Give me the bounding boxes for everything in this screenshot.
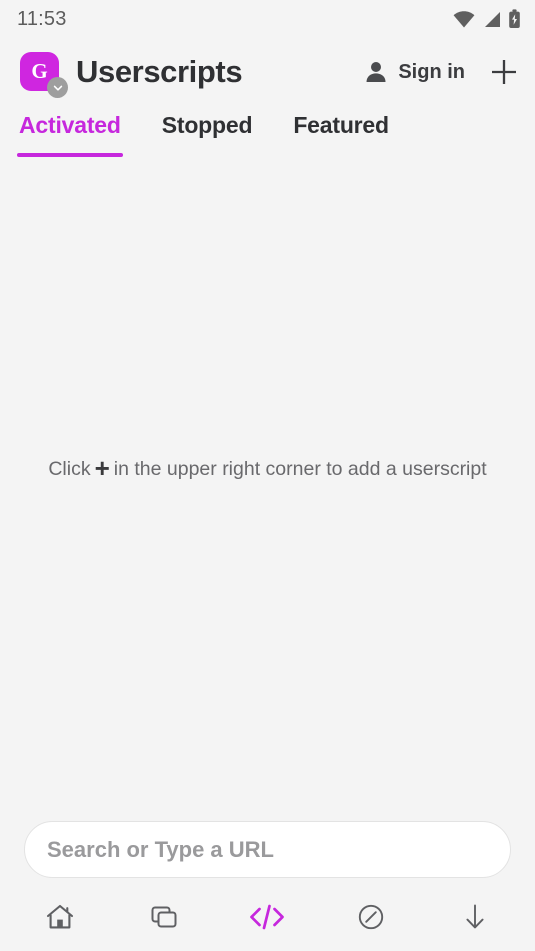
page-title: Userscripts [76, 54, 243, 89]
logo-letter: G [31, 59, 48, 83]
brand: G Userscripts [20, 52, 243, 98]
nav-downloads-button[interactable] [444, 889, 506, 945]
tab-activated-label: Activated [19, 112, 121, 138]
url-bar-container [0, 821, 535, 878]
userscript-list: Click + in the upper right corner to add a… [0, 170, 535, 826]
add-userscript-button[interactable] [487, 55, 521, 89]
app-logo[interactable]: G [20, 52, 68, 98]
empty-state-message: Click + in the upper right corner to add a… [48, 453, 487, 483]
plus-icon [488, 56, 520, 88]
status-time: 11:53 [17, 7, 67, 30]
app-bar: G Userscripts Sign in [0, 38, 535, 106]
bottom-navigation [0, 883, 535, 951]
status-icon-group [453, 9, 521, 29]
tab-stopped[interactable]: Stopped [160, 108, 255, 139]
nav-userscripts-button[interactable] [236, 889, 298, 945]
tabs-icon [147, 900, 181, 934]
empty-state-prefix: Click [48, 458, 91, 480]
chevron-down-icon[interactable] [47, 77, 68, 98]
nav-block-button[interactable] [340, 889, 402, 945]
status-bar: 11:53 [0, 0, 535, 38]
person-icon [363, 59, 389, 85]
tab-activated[interactable]: Activated [17, 108, 123, 157]
app-bar-actions: Sign in [363, 55, 521, 89]
tab-featured-label: Featured [293, 112, 389, 138]
empty-state-suffix: in the upper right corner to add a users… [113, 458, 487, 480]
home-icon [43, 900, 77, 934]
wifi-icon [453, 10, 475, 28]
app-root: 11:53 G Userscripts Sign in Activated St… [0, 0, 535, 951]
nav-tabs-button[interactable] [133, 889, 195, 945]
tab-featured[interactable]: Featured [291, 108, 391, 139]
sign-in-label: Sign in [398, 60, 465, 83]
downloads-icon [458, 900, 492, 934]
tab-bar: Activated Stopped Featured [0, 108, 535, 170]
url-bar[interactable] [24, 821, 511, 878]
signal-icon [482, 11, 501, 28]
block-icon [354, 900, 388, 934]
tab-stopped-label: Stopped [161, 112, 253, 138]
battery-charging-icon [508, 9, 521, 29]
nav-home-button[interactable] [29, 889, 91, 945]
sign-in-button[interactable]: Sign in [363, 59, 465, 85]
search-input[interactable] [47, 836, 488, 863]
code-icon [246, 900, 288, 934]
